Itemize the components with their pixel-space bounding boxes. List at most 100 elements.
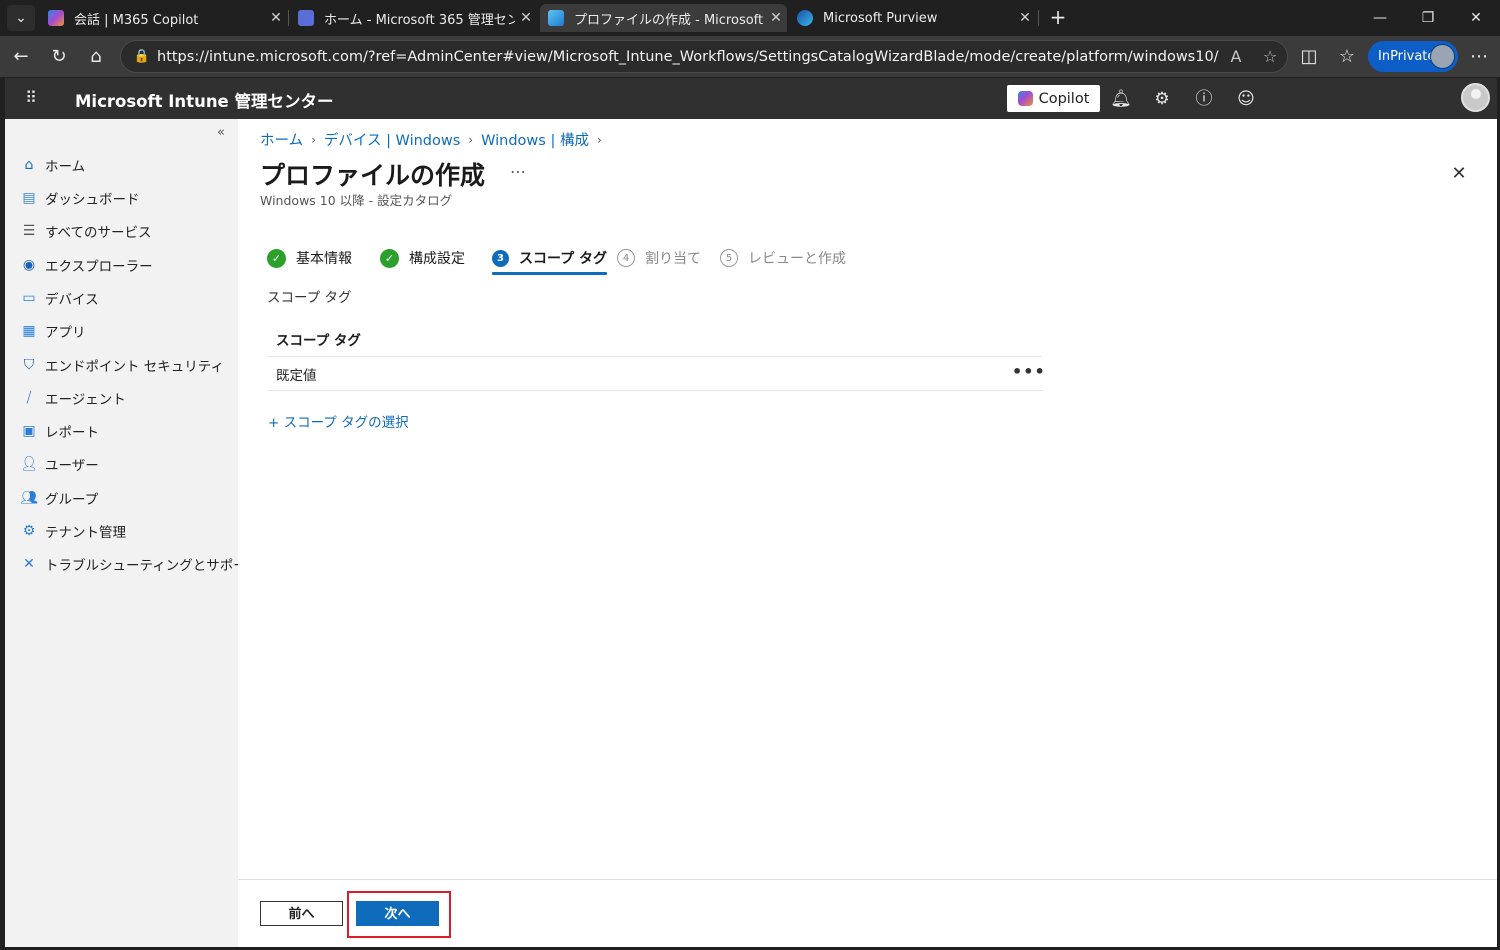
collapse-nav-icon[interactable]: «: [217, 125, 225, 140]
site-info-icon[interactable]: 🔒: [127, 49, 157, 64]
step-basics[interactable]: ✓ 基本情報: [267, 243, 352, 273]
browser-tab-strip: ⌄ 会話 | M365 Copilot ✕ ホーム - Microsoft 36…: [0, 0, 1500, 36]
step-configuration-settings[interactable]: ✓ 構成設定: [380, 243, 465, 273]
checkmark-icon: ✓: [267, 248, 286, 268]
intune-header: ⠿ Microsoft Intune 管理センター Copilot 🔔︎ ⚙ ⓘ…: [5, 78, 1497, 119]
close-window-button[interactable]: ✕: [1453, 4, 1499, 32]
chevron-right-icon: ›: [596, 132, 602, 147]
previous-button[interactable]: 前へ: [260, 901, 343, 926]
row-more-icon[interactable]: •••: [1012, 362, 1045, 384]
more-options-icon[interactable]: ⋯: [1465, 43, 1493, 71]
nav-item-label: エンドポイント セキュリティ: [45, 359, 224, 375]
breadcrumb-windows-config-link[interactable]: Windows | 構成: [481, 129, 589, 150]
user-avatar[interactable]: [1461, 83, 1490, 112]
explorer-icon: ◉: [22, 257, 36, 273]
wizard-footer: 前へ 次へ: [238, 879, 1497, 947]
step-scope-tags[interactable]: 3 スコープ タグ: [492, 243, 608, 275]
nav-item-label: ホーム: [45, 159, 86, 175]
step-label: 構成設定: [409, 251, 465, 267]
web-viewport: ⠿ Microsoft Intune 管理センター Copilot 🔔︎ ⚙ ⓘ…: [5, 78, 1497, 947]
nav-item-all-services[interactable]: ☰ すべてのサービス: [19, 217, 234, 245]
browser-toolbar: ← ↻ ⌂ 🔒 https://intune.microsoft.com/?re…: [0, 36, 1500, 77]
browser-tab-purview[interactable]: Microsoft Purview ✕: [789, 4, 1036, 32]
next-button[interactable]: 次へ: [356, 901, 439, 926]
apps-icon: ▦: [22, 323, 36, 339]
left-navigation: « ⌂ ホーム ▤ ダッシュボード ☰ すべてのサービス ◉ エクスプローラー …: [5, 119, 260, 947]
chevron-right-icon: ›: [311, 132, 316, 147]
browser-tab-m365-admin[interactable]: ホーム - Microsoft 365 管理センター ✕: [290, 4, 537, 32]
intune-favicon-icon: [548, 10, 564, 26]
devices-icon: ▭: [22, 290, 36, 306]
nav-item-label: グループ: [45, 492, 99, 508]
tab-close-icon[interactable]: ✕: [765, 10, 787, 26]
nav-item-users[interactable]: 👤︎ ユーザー: [19, 450, 234, 478]
tab-close-icon[interactable]: ✕: [515, 10, 537, 26]
breadcrumb: ホーム › デバイス | Windows › Windows | 構成 ›: [260, 129, 610, 150]
troubleshoot-icon: ✕: [23, 556, 35, 572]
more-actions-icon[interactable]: ⋯: [510, 162, 526, 181]
tab-close-icon[interactable]: ✕: [265, 10, 287, 26]
browser-tab-intune[interactable]: プロファイルの作成 - Microsoft Intune ✕: [540, 4, 787, 32]
tab-close-icon[interactable]: ✕: [1014, 10, 1036, 26]
select-scope-tags-link[interactable]: + スコープ タグの選択: [268, 411, 409, 431]
copilot-button[interactable]: Copilot: [1007, 85, 1100, 112]
column-header-scope-tag: スコープ タグ: [267, 321, 1042, 357]
scope-tag-value: 既定値: [276, 367, 317, 384]
m365-admin-favicon-icon: [298, 10, 314, 26]
tab-title: プロファイルの作成 - Microsoft Intune: [574, 12, 765, 28]
app-title[interactable]: Microsoft Intune 管理センター: [75, 88, 334, 112]
favorites-icon[interactable]: ☆: [1333, 43, 1361, 71]
nav-item-label: テナント管理: [45, 525, 126, 541]
browser-tab-m365-copilot[interactable]: 会話 | M365 Copilot ✕: [40, 4, 287, 32]
nav-item-troubleshooting[interactable]: ✕ トラブルシューティングとサポート: [19, 550, 260, 578]
breadcrumb-home-link[interactable]: ホーム: [260, 129, 303, 150]
nav-item-explorer[interactable]: ◉ エクスプローラー: [19, 251, 234, 279]
url-text[interactable]: https://intune.microsoft.com/?ref=AdminC…: [157, 49, 1219, 65]
page-title: プロファイルの作成: [260, 161, 486, 190]
list-icon: ☰: [22, 223, 36, 239]
nav-item-tenant-admin[interactable]: ⚙ テナント管理: [19, 517, 234, 545]
app-launcher-icon[interactable]: ⠿: [19, 86, 43, 110]
nav-item-endpoint-security[interactable]: ⛉ エンドポイント セキュリティ: [19, 351, 234, 379]
minimize-window-button[interactable]: —: [1357, 4, 1403, 32]
favorite-star-icon[interactable]: ☆: [1253, 47, 1287, 66]
nav-item-reports[interactable]: ▣ レポート: [19, 417, 234, 445]
nav-item-apps[interactable]: ▦ アプリ: [19, 317, 234, 345]
copilot-favicon-icon: [48, 10, 64, 26]
read-aloud-icon[interactable]: A: [1219, 47, 1253, 66]
close-blade-icon[interactable]: ✕: [1448, 163, 1470, 185]
step-label: 割り当て: [645, 251, 701, 267]
wizard-steps: ✓ 基本情報 ✓ 構成設定 3 スコープ タグ 4 割り当て 5 レビューと作成: [267, 243, 967, 275]
new-tab-button[interactable]: +: [1046, 6, 1070, 30]
nav-item-label: ダッシュボード: [45, 192, 140, 208]
notifications-bell-icon[interactable]: 🔔︎: [1109, 87, 1133, 111]
step-review-create[interactable]: 5 レビューと作成: [720, 243, 846, 273]
nav-item-label: すべてのサービス: [45, 225, 152, 241]
settings-gear-icon[interactable]: ⚙: [1150, 87, 1174, 111]
tab-title: Microsoft Purview: [823, 10, 938, 26]
breadcrumb-devices-windows-link[interactable]: デバイス | Windows: [324, 129, 460, 150]
home-icon[interactable]: ⌂: [82, 43, 110, 71]
user-icon: 👤︎: [20, 456, 38, 472]
inprivate-profile-button[interactable]: InPrivate: [1368, 41, 1458, 72]
nav-item-devices[interactable]: ▭ デバイス: [19, 284, 234, 312]
help-icon[interactable]: ⓘ: [1192, 87, 1216, 111]
step-assignments[interactable]: 4 割り当て: [617, 243, 701, 273]
split-screen-icon[interactable]: ◫: [1295, 43, 1323, 71]
tab-actions-menu-button[interactable]: ⌄: [7, 5, 35, 31]
back-icon[interactable]: ←: [7, 43, 35, 71]
feedback-icon[interactable]: ☺: [1234, 87, 1258, 111]
refresh-icon[interactable]: ↻: [45, 43, 73, 71]
copilot-label: Copilot: [1038, 90, 1090, 107]
address-bar[interactable]: 🔒 https://intune.microsoft.com/?ref=Admi…: [120, 40, 1288, 73]
purview-favicon-icon: [797, 10, 813, 26]
page-subtitle: Windows 10 以降 - 設定カタログ: [260, 193, 453, 208]
nav-item-dashboard[interactable]: ▤ ダッシュボード: [19, 184, 234, 212]
group-icon: 👥︎: [20, 490, 38, 506]
nav-item-agents[interactable]: ⧸ エージェント: [19, 384, 234, 412]
nav-item-home[interactable]: ⌂ ホーム: [19, 151, 234, 179]
nav-item-groups[interactable]: 👥︎ グループ: [19, 484, 234, 512]
nav-item-label: レポート: [45, 425, 99, 441]
agent-icon: ⧸: [26, 390, 32, 406]
restore-window-button[interactable]: ❐: [1405, 4, 1451, 32]
